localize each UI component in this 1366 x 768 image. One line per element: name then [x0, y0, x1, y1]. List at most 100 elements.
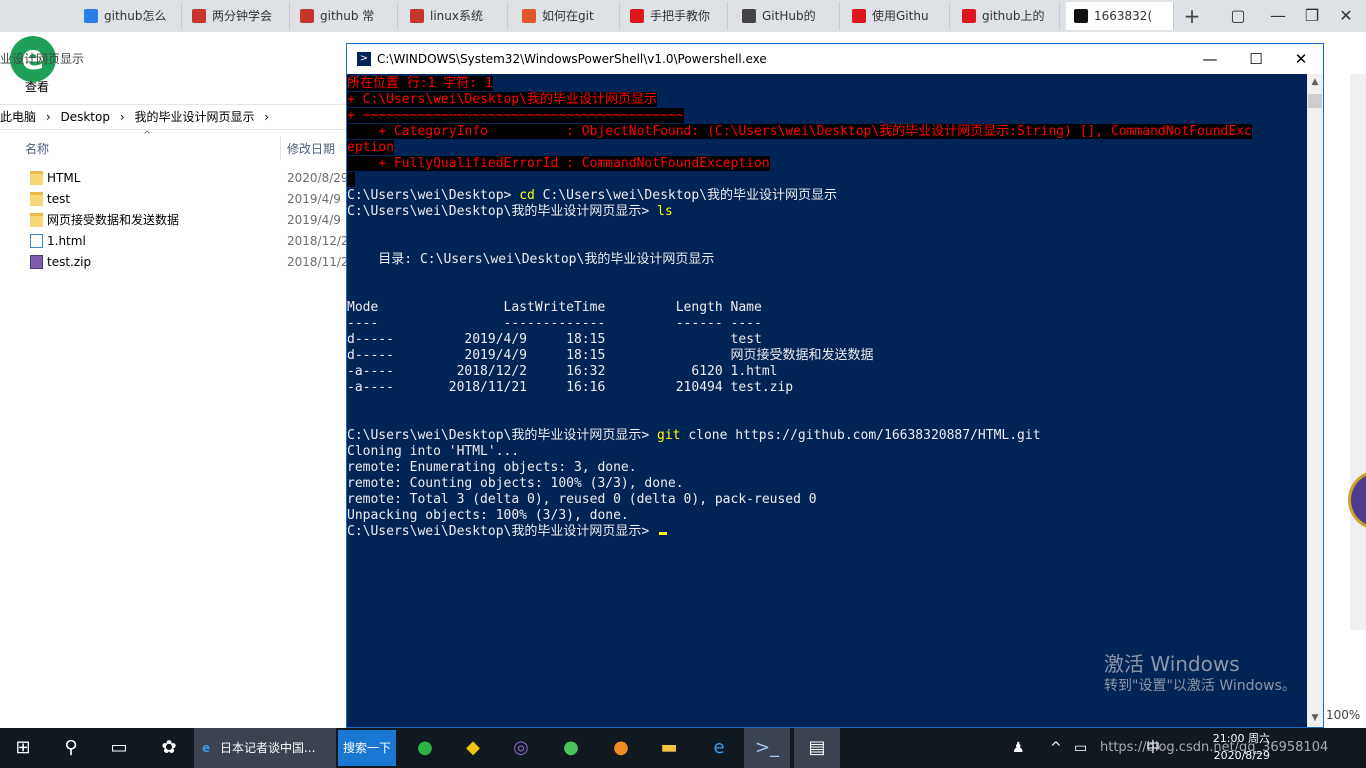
line-text: -a---- 2018/12/2 16:32 6120 1.html: [347, 364, 778, 379]
close-button[interactable]: ✕: [1278, 44, 1324, 74]
browser-tab[interactable]: github 常: [292, 2, 398, 30]
file-row[interactable]: test.zip 2018/11/2: [0, 252, 349, 273]
file-row[interactable]: 1.html 2018/12/2: [0, 231, 349, 252]
browser-tab[interactable]: linux系统: [402, 2, 508, 30]
breadcrumb-folder[interactable]: 我的毕业设计网页显示: [134, 110, 254, 124]
notepad-taskbar-icon[interactable]: ▤: [794, 728, 840, 768]
tab-label: github怎么: [104, 9, 167, 23]
line-text: 目录: C:\Users\wei\Desktop\我的毕业设计网页显示: [347, 252, 715, 267]
line-text: + FullyQualifiedErrorId : CommandNotFoun…: [347, 156, 770, 171]
tab-label: 如何在git: [542, 9, 594, 23]
breadcrumb-sep: ›: [264, 110, 270, 124]
output-line: d----- 2019/4/9 18:15 test: [347, 332, 762, 348]
breadcrumb-desktop[interactable]: Desktop: [60, 110, 110, 124]
prompt-path: C:\Users\wei\Desktop\我的毕业设计网页显示>: [347, 428, 658, 443]
column-header-date[interactable]: 修改日期: [287, 140, 335, 157]
green-app-icon[interactable]: ●: [548, 728, 594, 768]
file-name: test: [47, 192, 71, 206]
file-explorer-icon[interactable]: ▬: [646, 728, 692, 768]
prompt-line: C:\Users\wei\Desktop> cd C:\Users\wei\De…: [347, 188, 837, 204]
search-icon[interactable]: ⚲: [48, 728, 94, 768]
console-scrollbar[interactable]: ▲ ▼: [1307, 74, 1323, 727]
close-icon[interactable]: ✕: [1326, 0, 1366, 32]
command-name: cd: [519, 188, 535, 203]
line-text: + ~~~~~~~~~~~~~~~~~~~~~~~~~~~~~~~~~~~~~~…: [347, 108, 684, 123]
powershell-taskbar-icon[interactable]: >_: [744, 728, 790, 768]
vs-icon[interactable]: ◎: [498, 728, 544, 768]
taskbar-ie-window[interactable]: e 日本记者谈中国...: [194, 728, 336, 768]
ie-browser-icon[interactable]: e: [696, 728, 742, 768]
scroll-up-icon[interactable]: ▲: [1307, 74, 1323, 91]
file-row[interactable]: 网页接受数据和发送数据 2019/4/9: [0, 210, 346, 231]
minimize-button[interactable]: —: [1187, 44, 1233, 74]
output-line: d----- 2019/4/9 18:15 网页接受数据和发送数据: [347, 348, 874, 364]
browser-scrollbar[interactable]: [1350, 74, 1366, 630]
browser-tab[interactable]: 两分钟学会: [184, 2, 290, 30]
column-divider[interactable]: [280, 136, 281, 160]
network-icon[interactable]: ▭: [1074, 728, 1087, 768]
column-header-name[interactable]: 名称: [25, 140, 49, 157]
start-windows-icon[interactable]: ⊞: [0, 728, 46, 768]
explorer-title: 业设计网页显示: [0, 52, 85, 66]
file-name: 网页接受数据和发送数据: [47, 213, 180, 227]
url-watermark: https://blog.csdn.net/qq_36958104: [1100, 740, 1329, 755]
address-bar[interactable]: 此电脑 › Desktop › 我的毕业设计网页显示 ›: [0, 104, 346, 130]
file-date: 2018/11/2: [287, 255, 349, 269]
browser-tab-strip: github怎么 两分钟学会 github 常 linux系统 如何在git 手把手教你 G…: [0, 0, 1366, 32]
browser-tab[interactable]: 手把手教你: [622, 2, 728, 30]
powershell-titlebar[interactable]: > C:\WINDOWS\System32\WindowsPowerShell\…: [347, 44, 1323, 74]
file-date: 2019/4/9: [287, 213, 341, 227]
zoom-level[interactable]: 100%: [1326, 708, 1360, 722]
line-text: remote: Enumerating objects: 3, done.: [347, 460, 637, 475]
browser-tab[interactable]: 1663832(: [1066, 2, 1174, 30]
tab-label: github上的: [982, 9, 1045, 23]
prompt-path: C:\Users\wei\Desktop\我的毕业设计网页显示>: [347, 524, 658, 539]
new-tab-button[interactable]: +: [1180, 0, 1204, 32]
tab-label: linux系统: [430, 9, 483, 23]
file-date: 2019/4/9: [287, 192, 341, 206]
prompt-path: C:\Users\wei\Desktop\我的毕业设计网页显示>: [347, 204, 658, 219]
file-explorer-window: e 业设计网页显示 查看 此电脑 › Desktop › 我的毕业设计网页显示 …: [0, 32, 349, 728]
file-name: HTML: [47, 171, 81, 185]
output-line: 目录: C:\Users\wei\Desktop\我的毕业设计网页显示: [347, 252, 714, 268]
browser-tab[interactable]: 使用Githu: [844, 2, 950, 30]
line-text: eption: [347, 140, 394, 155]
browser-tab[interactable]: github怎么: [76, 2, 182, 30]
wechat-icon[interactable]: ●: [402, 728, 448, 768]
file-row[interactable]: test 2019/4/9: [0, 189, 346, 210]
user-icon[interactable]: ♟: [1012, 728, 1025, 768]
line-text: ---- ------------- ------ ----: [347, 316, 762, 331]
output-line: remote: Total 3 (delta 0), reused 0 (del…: [347, 492, 817, 508]
tab-favicon-icon: [1074, 9, 1088, 23]
ribbon-tab-view[interactable]: 查看: [25, 78, 49, 95]
maximize-button[interactable]: ☐: [1233, 44, 1279, 74]
error-line: + ~~~~~~~~~~~~~~~~~~~~~~~~~~~~~~~~~~~~~~…: [347, 108, 684, 124]
scroll-down-icon[interactable]: ▼: [1307, 710, 1323, 727]
html-file-icon: [30, 234, 43, 248]
pinwheel-app-icon[interactable]: ✿: [146, 728, 192, 768]
zip-file-icon: [30, 255, 43, 269]
orange-app-icon[interactable]: ●: [598, 728, 644, 768]
breadcrumb-sep: ›: [119, 110, 125, 124]
tray-expand-icon[interactable]: ^: [1050, 728, 1062, 768]
file-name: 1.html: [47, 234, 86, 248]
browser-tab[interactable]: github上的: [954, 2, 1060, 30]
command-args: C:\Users\wei\Desktop\我的毕业设计网页显示: [534, 188, 838, 203]
task-view-icon[interactable]: ▭: [96, 728, 142, 768]
line-text: remote: Total 3 (delta 0), reused 0 (del…: [347, 492, 817, 507]
scroll-thumb[interactable]: [1308, 94, 1322, 108]
console-output[interactable]: 所在位置 行:1 字符: 1 + C:\Users\wei\Desktop\我的毕…: [347, 74, 1307, 727]
file-row[interactable]: HTML 2020/8/29: [0, 168, 349, 189]
powershell-icon: >: [357, 52, 371, 66]
breadcrumb-this-pc[interactable]: 此电脑: [0, 110, 36, 124]
line-text: Cloning into 'HTML'...: [347, 444, 520, 459]
browser-tab[interactable]: GitHub的: [734, 2, 840, 30]
python-icon[interactable]: ◆: [450, 728, 496, 768]
browser-tab[interactable]: 如何在git: [514, 2, 620, 30]
prompt-line: C:\Users\wei\Desktop\我的毕业设计网页显示> ls: [347, 204, 673, 220]
taskbar-search-button[interactable]: 搜索一下: [338, 730, 396, 766]
error-line: + FullyQualifiedErrorId : CommandNotFoun…: [347, 156, 770, 172]
tab-manager-icon[interactable]: ▢: [1218, 0, 1258, 32]
folder-icon: [30, 213, 43, 227]
tab-label: 手把手教你: [650, 9, 711, 23]
